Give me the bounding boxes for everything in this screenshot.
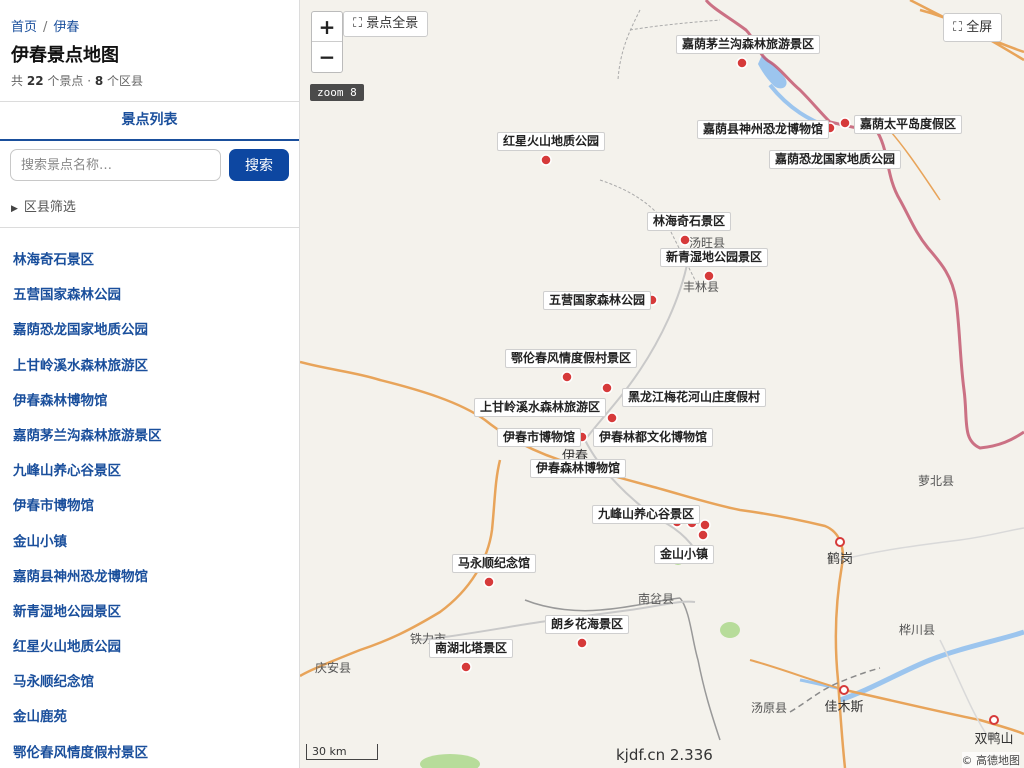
spot-list-item[interactable]: 嘉荫恐龙国家地质公园 xyxy=(13,318,162,353)
triangle-right-icon: ▶ xyxy=(11,204,18,214)
zoom-level-badge: zoom 8 xyxy=(310,84,364,101)
spot-label[interactable]: 金山小镇 xyxy=(653,545,715,564)
spot-label[interactable]: 红星火山地质公园 xyxy=(496,132,606,151)
spot-label[interactable]: 朗乡花海景区 xyxy=(544,615,630,634)
spot-list-item[interactable]: 马永顺纪念馆 xyxy=(13,670,162,705)
spot-list-item[interactable]: 鄂伦春风情度假村景区 xyxy=(13,741,162,768)
spot-list-item[interactable]: 伊春森林博物馆 xyxy=(13,389,162,424)
scale-label: 30 km xyxy=(306,744,378,760)
spot-list-item[interactable]: 金山小镇 xyxy=(13,530,162,565)
spot-label[interactable]: 伊春市博物馆 xyxy=(496,428,582,447)
spot-label[interactable]: 黑龙江梅花河山庄度假村 xyxy=(621,388,767,407)
spot-list-item[interactable]: 上甘岭溪水森林旅游区 xyxy=(13,354,162,389)
city-dot-icon xyxy=(839,685,849,695)
spot-label[interactable]: 伊春森林博物馆 xyxy=(529,459,627,478)
spot-count: 22 xyxy=(26,74,44,88)
park-area xyxy=(420,754,480,768)
zoom-out-button[interactable]: − xyxy=(312,42,342,72)
watermark: kjdf.cn 2.336 xyxy=(616,746,713,764)
breadcrumb-home-link[interactable]: 首页 xyxy=(11,20,37,35)
spot-marker[interactable] xyxy=(736,57,748,69)
breadcrumb-current-link[interactable]: 伊春 xyxy=(53,20,79,35)
place-name: 南岔县 xyxy=(637,592,675,606)
spot-marker[interactable] xyxy=(697,529,709,541)
spot-label[interactable]: 鄂伦春风情度假村景区 xyxy=(504,349,638,368)
stats-summary: 共 22 个景点 · 8 个区县 xyxy=(11,72,143,89)
spot-marker[interactable] xyxy=(540,154,552,166)
spot-label[interactable]: 嘉荫恐龙国家地质公园 xyxy=(768,150,902,169)
place-name: 桦川县 xyxy=(898,623,936,637)
map-attribution: © 高德地图 xyxy=(961,752,1020,768)
spot-unit: 个景点 · xyxy=(47,74,92,88)
search-button[interactable]: 搜索 xyxy=(229,149,289,181)
river xyxy=(839,629,1024,703)
spot-marker[interactable] xyxy=(576,637,588,649)
divider xyxy=(0,227,299,228)
spot-label[interactable]: 五营国家森林公园 xyxy=(542,291,652,310)
spot-marker[interactable] xyxy=(561,371,573,383)
place-name: 丰林县 xyxy=(682,280,720,294)
spot-marker[interactable] xyxy=(839,117,851,129)
district-filter-toggle[interactable]: ▶ 区县筛选 xyxy=(11,196,76,215)
search-input[interactable] xyxy=(10,149,221,181)
district-count: 8 xyxy=(94,74,104,88)
district-filter-label: 区县筛选 xyxy=(23,200,76,215)
spot-list-item[interactable]: 伊春市博物馆 xyxy=(13,494,162,529)
spot-list-item[interactable]: 嘉荫县神州恐龙博物馆 xyxy=(13,565,162,600)
road xyxy=(584,439,701,561)
zoom-control: + − xyxy=(311,11,343,73)
spot-marker[interactable] xyxy=(699,519,711,531)
sidebar: 首页 / 伊春 伊春景点地图 共 22 个景点 · 8 个区县 景点列表 搜索 ▶ 区… xyxy=(0,0,300,768)
highway xyxy=(834,564,847,768)
place-name: 双鸭山 xyxy=(974,732,1014,747)
spot-label[interactable]: 马永顺纪念馆 xyxy=(451,554,537,573)
place-name: 汤原县 xyxy=(750,701,788,715)
park-area xyxy=(720,622,740,638)
tab-spot-list[interactable]: 景点列表 xyxy=(0,102,299,141)
map-view[interactable]: 汤旺县 丰林县 伊春 萝北县 鹤岗 南岔县 铁力市 庆安县 桦川县 汤原县 佳木… xyxy=(300,0,1024,768)
spot-marker[interactable] xyxy=(606,412,618,424)
spot-list-item[interactable]: 金山鹿苑 xyxy=(13,705,162,740)
spot-list-item[interactable]: 嘉荫茅兰沟森林旅游景区 xyxy=(13,424,162,459)
spot-list-item[interactable]: 红星火山地质公园 xyxy=(13,635,162,670)
stats-prefix: 共 xyxy=(11,74,24,88)
place-name: 佳木斯 xyxy=(824,700,864,715)
spot-label[interactable]: 林海奇石景区 xyxy=(646,212,732,231)
spot-list-item[interactable]: 林海奇石景区 xyxy=(13,248,162,283)
district-unit: 个区县 xyxy=(107,74,144,88)
road xyxy=(839,527,1024,561)
spot-marker[interactable] xyxy=(483,576,495,588)
overview-button[interactable]: ⛶ 景点全景 xyxy=(343,11,429,37)
city-dot-icon xyxy=(835,537,845,547)
spot-marker[interactable] xyxy=(460,661,472,673)
breadcrumb: 首页 / 伊春 xyxy=(11,16,79,35)
highway xyxy=(749,659,846,691)
spot-label[interactable]: 南湖北塔景区 xyxy=(428,639,514,658)
page-title: 伊春景点地图 xyxy=(11,45,119,66)
spot-label[interactable]: 上甘岭溪水森林旅游区 xyxy=(473,398,607,417)
spot-list-item[interactable]: 新青湿地公园景区 xyxy=(13,600,162,635)
breadcrumb-separator: / xyxy=(43,20,48,35)
zoom-in-button[interactable]: + xyxy=(312,12,342,42)
spot-label[interactable]: 九峰山养心谷景区 xyxy=(591,505,701,524)
spot-label[interactable]: 嘉荫太平岛度假区 xyxy=(853,115,963,134)
spot-list: 林海奇石景区 五营国家森林公园 嘉荫恐龙国家地质公园 上甘岭溪水森林旅游区 伊春森林博物… xyxy=(13,248,162,768)
spot-label[interactable]: 新青湿地公园景区 xyxy=(659,248,769,267)
county-boundary xyxy=(679,597,721,741)
fullscreen-button[interactable]: ⛶ 全屏 xyxy=(943,13,1003,42)
spot-label[interactable]: 嘉荫茅兰沟森林旅游景区 xyxy=(675,35,821,54)
place-name: 萝北县 xyxy=(917,474,955,488)
spot-label[interactable]: 伊春林都文化博物馆 xyxy=(592,428,714,447)
spot-list-item[interactable]: 五营国家森林公园 xyxy=(13,283,162,318)
spot-list-item[interactable]: 九峰山养心谷景区 xyxy=(13,459,162,494)
city-dot-icon xyxy=(989,715,999,725)
road xyxy=(939,639,991,741)
spot-label[interactable]: 嘉荫县神州恐龙博物馆 xyxy=(696,120,830,139)
place-name: 鹤岗 xyxy=(826,552,854,567)
province-border xyxy=(704,0,1024,450)
place-name: 庆安县 xyxy=(314,661,352,675)
spot-marker[interactable] xyxy=(601,382,613,394)
scale-bar: 30 km xyxy=(306,744,378,760)
